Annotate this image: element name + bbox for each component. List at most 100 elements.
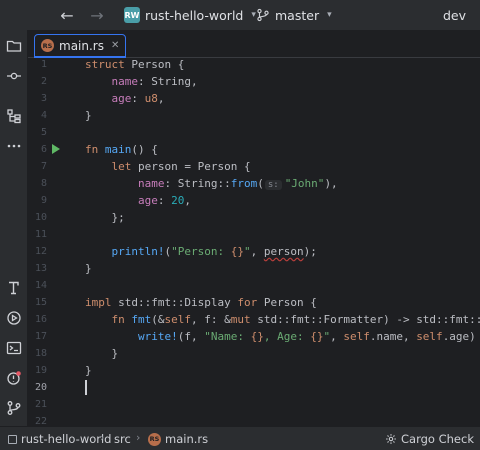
line-number: 14	[34, 280, 47, 291]
rust-file-icon: RS	[41, 39, 54, 52]
code-token: let	[111, 160, 132, 173]
breadcrumb-project[interactable]: rust-hello-world	[8, 431, 111, 447]
terminal-icon[interactable]	[4, 278, 24, 298]
code-text: name: String::from(s: "John"),	[85, 177, 338, 190]
cargo-check-widget[interactable]: Cargo Check	[385, 431, 474, 447]
back-arrow-icon[interactable]: ←	[56, 5, 78, 25]
code-line[interactable]: 10 };	[28, 209, 480, 226]
code-token: mut	[230, 313, 251, 326]
code-token: fn	[111, 313, 125, 326]
code-text: println!("Person: {}", person);	[85, 245, 317, 258]
console-icon[interactable]	[4, 338, 24, 358]
chevron-right-icon: ›	[100, 431, 105, 444]
code-token: "John"	[284, 177, 325, 190]
code-token: 20	[171, 194, 185, 207]
structure-icon[interactable]	[4, 106, 24, 126]
code-token: ,	[157, 92, 165, 105]
code-line[interactable]: 19}	[28, 362, 480, 379]
code-token: ,	[184, 194, 191, 207]
line-number: 12	[34, 246, 47, 257]
branch-selector[interactable]: master ▾	[256, 5, 332, 25]
code-line[interactable]: 21	[28, 396, 480, 413]
code-line[interactable]: 4}	[28, 107, 480, 124]
code-token: u8	[144, 92, 158, 105]
code-line[interactable]: 6 fn main() {	[28, 141, 480, 158]
branch-name: master	[275, 7, 320, 23]
code-token: fn	[85, 143, 99, 156]
folder-icon[interactable]	[4, 36, 24, 56]
code-token: ,	[250, 245, 264, 258]
code-token: for	[237, 296, 258, 309]
code-token: , Age:	[263, 330, 311, 343]
code-line[interactable]: 12 println!("Person: {}", person);	[28, 243, 480, 260]
code-line[interactable]: 20	[28, 379, 480, 396]
breadcrumb-folder[interactable]: src	[114, 431, 131, 447]
line-number: 15	[34, 297, 47, 308]
code-line[interactable]: 3 age: u8,	[28, 90, 480, 107]
breadcrumb-file[interactable]: RS main.rs	[148, 431, 208, 447]
code-line[interactable]: 22	[28, 413, 480, 426]
code-token: (	[257, 177, 264, 190]
code-token: "	[243, 245, 251, 258]
forward-arrow-icon[interactable]: →	[86, 5, 108, 25]
code-text: write!(f, "Name: {}, Age: {}", self.name…	[85, 330, 476, 343]
code-editor[interactable]: 1 struct Person {2 name: String, 3 age: u8…	[28, 58, 480, 426]
code-token: from	[230, 177, 258, 190]
problems-icon[interactable]	[4, 368, 24, 388]
code-token: Person	[131, 58, 172, 71]
code-token: person = Person {	[131, 160, 251, 173]
line-number: 17	[34, 331, 47, 342]
line-number: 21	[34, 399, 47, 410]
project-badge: RW	[124, 7, 140, 23]
code-token: (&	[151, 313, 165, 326]
editor-tab-bar: RS main.rs ✕	[28, 30, 480, 58]
code-token: self	[343, 330, 370, 343]
code-line[interactable]: 7 let person = Person {	[28, 158, 480, 175]
cargo-check-label: Cargo Check	[401, 432, 474, 446]
code-token: impl	[85, 296, 112, 309]
services-icon[interactable]	[4, 308, 24, 328]
code-line[interactable]: 8 name: String::from(s: "John"),	[28, 175, 480, 192]
git-icon[interactable]	[4, 398, 24, 418]
code-line[interactable]: 11	[28, 226, 480, 243]
branch-icon	[257, 8, 269, 22]
tab-main-rs[interactable]: RS main.rs ✕	[34, 34, 127, 58]
code-text: let person = Person {	[85, 160, 251, 173]
code-token: .age)	[442, 330, 476, 343]
code-token: };	[85, 211, 125, 224]
close-icon[interactable]: ✕	[111, 40, 119, 51]
chevron-right-icon: ›	[136, 431, 141, 444]
code-line[interactable]: 9 age: 20,	[28, 192, 480, 209]
code-line[interactable]: 1 struct Person {	[28, 58, 480, 73]
code-line[interactable]: 16 fn fmt(&self, f: &mut std::fmt::Forma…	[28, 311, 480, 328]
code-line[interactable]: 5	[28, 124, 480, 141]
code-token: fmt	[131, 313, 152, 326]
line-number: 22	[34, 416, 47, 426]
code-line[interactable]: 2 name: String,	[28, 73, 480, 90]
line-number: 8	[40, 178, 47, 189]
more-icon[interactable]	[4, 136, 24, 156]
code-text: }	[85, 347, 118, 360]
code-line[interactable]: 14	[28, 277, 480, 294]
code-token: write!	[137, 330, 178, 343]
code-token: ),	[324, 177, 338, 190]
code-token: {	[171, 58, 185, 71]
code-text: fn main() {	[85, 143, 158, 156]
line-number: 5	[40, 127, 47, 138]
commit-icon[interactable]	[4, 66, 24, 86]
code-line[interactable]: 13}	[28, 260, 480, 277]
code-line[interactable]: 17 write!(f, "Name: {}, Age: {}", self.n…	[28, 328, 480, 345]
code-line[interactable]: 15 impl std::fmt::Display for Person {	[28, 294, 480, 311]
parameter-hint: s:	[264, 180, 282, 190]
code-line[interactable]: 18 }	[28, 345, 480, 362]
code-token: std::fmt::Formatter) -> std::fmt::Result	[257, 313, 480, 326]
code-token: {}	[230, 245, 244, 258]
run-gutter-icon[interactable]	[52, 144, 60, 154]
run-config-selector[interactable]: dev	[443, 5, 466, 25]
project-selector[interactable]: RW rust-hello-world ▾	[124, 5, 256, 25]
